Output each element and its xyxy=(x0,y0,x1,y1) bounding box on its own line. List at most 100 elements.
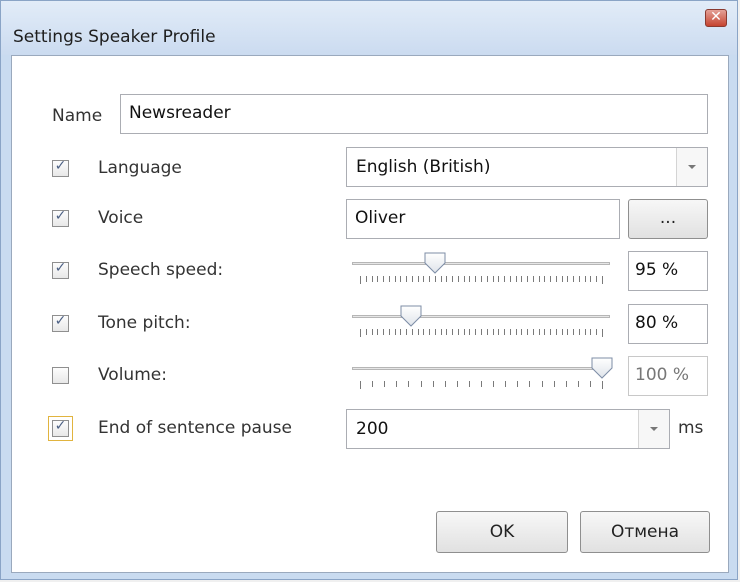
slider-tick xyxy=(383,276,385,282)
slider-tick xyxy=(555,329,557,335)
tone-pitch-value[interactable]: 80 % xyxy=(628,304,708,344)
slider-tick xyxy=(492,329,494,335)
slider-tick xyxy=(590,276,592,282)
speech-speed-slider[interactable] xyxy=(352,251,610,291)
slider-tick xyxy=(602,381,603,389)
name-input[interactable]: Newsreader xyxy=(120,94,708,134)
close-button[interactable]: ✕ xyxy=(705,9,727,27)
slider-tick xyxy=(521,329,523,335)
slider-thumb[interactable] xyxy=(399,305,423,327)
slider-tick xyxy=(475,329,477,335)
slider-tick xyxy=(365,329,367,335)
slider-tick xyxy=(446,329,448,335)
slider-tick xyxy=(444,381,446,387)
slider-tick xyxy=(475,276,477,282)
slider-tick xyxy=(486,276,488,282)
slider-tick xyxy=(498,276,500,282)
tone-pitch-checkbox[interactable]: ✓ xyxy=(52,313,69,332)
slider-tick xyxy=(602,276,603,284)
slider-tick xyxy=(550,329,552,335)
volume-checkbox[interactable] xyxy=(52,367,69,384)
slider-tick xyxy=(396,381,398,387)
slider-thumb[interactable] xyxy=(423,252,447,274)
slider-tick xyxy=(371,329,373,335)
slider-track[interactable] xyxy=(352,315,610,318)
pause-select-value: 200 xyxy=(356,419,389,439)
slider-tick xyxy=(517,381,519,387)
slider-tick xyxy=(486,329,488,335)
slider-tick xyxy=(408,381,410,387)
slider-tick xyxy=(584,276,586,282)
speech-speed-value[interactable]: 95 % xyxy=(628,251,708,291)
slider-ticks xyxy=(352,276,610,284)
volume-value[interactable]: 100 % xyxy=(628,356,708,396)
slider-thumb[interactable] xyxy=(590,357,614,379)
end-of-sentence-pause-select[interactable]: 200 xyxy=(346,409,670,449)
slider-tick xyxy=(406,329,408,335)
slider-tick xyxy=(411,276,413,282)
volume-slider[interactable] xyxy=(352,356,613,396)
slider-tick xyxy=(420,381,422,387)
voice-input[interactable]: Oliver xyxy=(346,199,620,239)
slider-track[interactable] xyxy=(352,367,610,370)
slider-tick xyxy=(504,329,506,335)
language-checkbox[interactable]: ✓ xyxy=(52,158,69,177)
voice-browse-button[interactable]: ... xyxy=(628,199,708,239)
tone-pitch-slider[interactable] xyxy=(352,304,610,344)
slider-tick xyxy=(423,329,425,335)
slider-tick xyxy=(423,276,425,282)
chevron-down-icon[interactable] xyxy=(638,410,669,448)
slider-tick xyxy=(417,276,419,282)
volume-label: Volume: xyxy=(98,365,167,385)
slider-tick xyxy=(481,329,482,335)
slider-tick xyxy=(457,329,459,335)
slider-track[interactable] xyxy=(352,262,610,265)
slider-tick xyxy=(360,329,361,337)
voice-checkbox[interactable]: ✓ xyxy=(52,208,69,227)
slider-tick xyxy=(527,329,529,335)
slider-tick xyxy=(388,329,390,335)
slider-tick xyxy=(411,329,413,335)
slider-tick xyxy=(567,329,569,335)
ok-button[interactable]: OK xyxy=(436,511,568,553)
chevron-down-icon[interactable] xyxy=(676,148,707,186)
checkmark-icon: ✓ xyxy=(54,313,67,329)
slider-tick xyxy=(509,329,511,335)
slider-tick xyxy=(561,276,563,282)
slider-tick xyxy=(452,329,454,335)
speech-speed-checkbox[interactable]: ✓ xyxy=(52,260,69,279)
slider-tick xyxy=(360,381,361,389)
slider-tick xyxy=(456,381,458,387)
slider-tick xyxy=(596,276,598,282)
slider-tick xyxy=(550,276,552,282)
slider-tick xyxy=(544,276,546,282)
title-bar[interactable]: Settings Speaker Profile ✕ xyxy=(1,1,737,55)
slider-ticks xyxy=(352,329,610,337)
cancel-button[interactable]: Отмена xyxy=(580,511,710,553)
slider-tick xyxy=(434,276,436,282)
language-label: Language xyxy=(98,158,182,178)
slider-tick xyxy=(400,329,402,335)
slider-tick xyxy=(446,276,448,282)
slider-tick xyxy=(365,276,367,282)
slider-tick xyxy=(590,329,592,335)
speech-speed-label: Speech speed: xyxy=(98,260,224,280)
slider-tick xyxy=(452,276,454,282)
slider-tick xyxy=(529,381,531,387)
slider-tick xyxy=(360,276,361,284)
slider-tick xyxy=(532,276,534,282)
slider-tick xyxy=(527,276,529,282)
end-of-sentence-pause-checkbox[interactable]: ✓ xyxy=(52,418,69,437)
slider-tick xyxy=(481,381,482,387)
slider-tick xyxy=(377,276,379,282)
slider-tick xyxy=(493,381,495,387)
slider-tick xyxy=(463,329,465,335)
language-select[interactable]: English (British) xyxy=(346,147,708,187)
slider-tick xyxy=(429,276,431,282)
slider-tick xyxy=(384,381,386,387)
slider-tick xyxy=(457,276,459,282)
slider-tick xyxy=(515,276,517,282)
slider-tick xyxy=(596,329,598,335)
slider-tick xyxy=(509,276,511,282)
slider-tick xyxy=(400,276,402,282)
